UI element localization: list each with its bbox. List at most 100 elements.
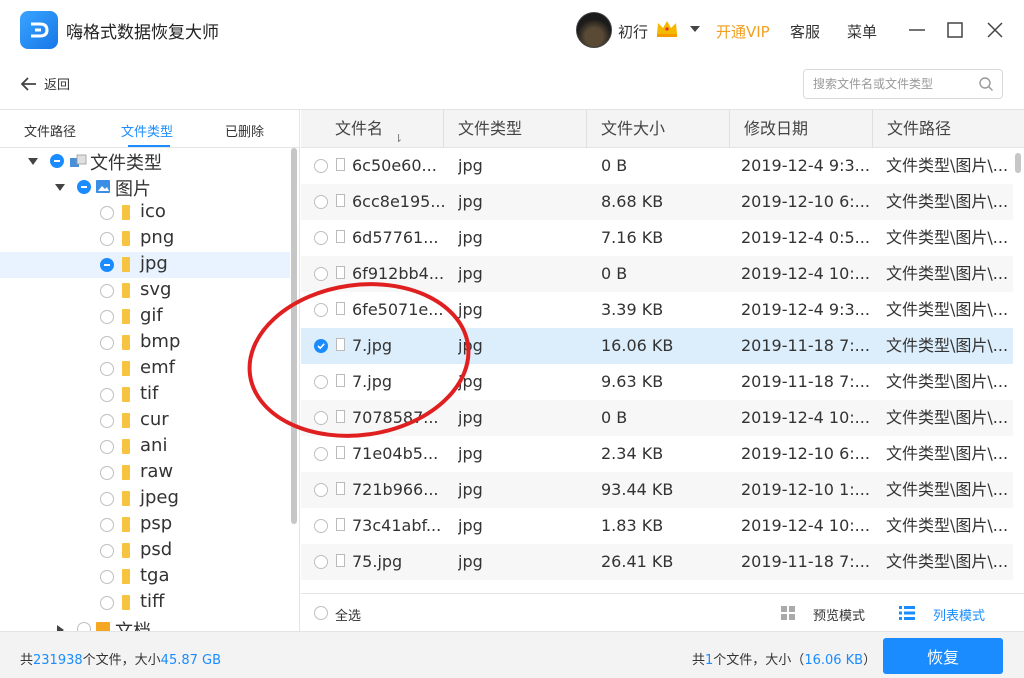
tree-item-jpeg[interactable]: jpeg [0,486,290,512]
row-checkbox[interactable] [314,555,328,569]
minimize-button[interactable] [904,17,930,43]
tree-row-documents[interactable]: 文档 [0,616,290,631]
tree-item-tif[interactable]: tif [0,382,290,408]
tree-item-gif[interactable]: gif [0,304,290,330]
table-row[interactable]: 7078587... jpg 0 B 2019-12-4 10:... 文件类型\图片\… [301,400,1013,436]
tree-item-emf[interactable]: emf [0,356,290,382]
menu-link[interactable]: 菜单 [847,21,877,42]
column-header-path[interactable]: 文件路径 [873,110,1024,148]
row-checkbox[interactable] [314,267,328,281]
tree-row-root[interactable]: 文件类型 [0,148,290,174]
tree-item-ani[interactable]: ani [0,434,290,460]
tree-radio[interactable] [100,570,114,584]
column-header-size[interactable]: 文件大小 [587,110,730,148]
table-row[interactable]: 6c50e60... jpg 0 B 2019-12-4 9:3... 文件类型\图片\… [301,148,1013,184]
row-checkbox[interactable] [314,375,328,389]
tab-file-type[interactable]: 文件类型 [121,121,173,140]
table-row[interactable]: 73c41abf... jpg 1.83 KB 2019-12-4 10:... 文件类… [301,508,1013,544]
tree-scrollbar[interactable] [290,148,299,631]
user-name[interactable]: 初行 [618,21,648,42]
tree-item-bmp[interactable]: bmp [0,330,290,356]
tab-file-path[interactable]: 文件路径 [24,121,76,140]
table-row[interactable]: 7.jpg jpg 16.06 KB 2019-11-18 7:... 文件类型\图片\… [301,328,1013,364]
tree-radio[interactable] [100,284,114,298]
tree-radio[interactable] [50,154,64,168]
row-checkbox[interactable] [314,303,328,317]
tree-radio[interactable] [100,362,114,376]
row-checkbox[interactable] [314,411,328,425]
column-header-date[interactable]: 修改日期 [730,110,873,148]
list-scroll-thumb[interactable] [1015,153,1021,173]
row-checkbox[interactable] [314,159,328,173]
tree-radio[interactable] [100,232,114,246]
tree-row-images[interactable]: 图片 [0,174,290,200]
table-row[interactable]: 6fe5071e... jpg 3.39 KB 2019-12-4 9:3... 文件类… [301,292,1013,328]
tree-scroll-thumb[interactable] [291,148,297,524]
tree-radio[interactable] [100,388,114,402]
caret-down-icon[interactable] [55,184,65,191]
folder-icon [122,387,130,402]
tree-item-cur[interactable]: cur [0,408,290,434]
tree-radio[interactable] [100,258,114,272]
grid-icon[interactable] [781,606,795,620]
tree-item-png[interactable]: png [0,226,290,252]
back-button[interactable]: 返回 [20,74,70,93]
row-checkbox[interactable] [314,195,328,209]
tree-radio[interactable] [100,310,114,324]
tree-item-tiff[interactable]: tiff [0,590,290,616]
tree-item-ico[interactable]: ico [0,200,290,226]
tree-item-psp[interactable]: psp [0,512,290,538]
select-all-label[interactable]: 全选 [335,605,361,624]
table-row[interactable]: 6d57761... jpg 7.16 KB 2019-12-4 0:5... 文件类型… [301,220,1013,256]
tree-item-raw[interactable]: raw [0,460,290,486]
tree-radio[interactable] [100,440,114,454]
tree-label: tiff [140,591,165,612]
tree-radio[interactable] [100,466,114,480]
list-icon[interactable] [899,606,915,620]
maximize-button[interactable] [942,17,968,43]
tree-radio[interactable] [100,492,114,506]
tree-radio[interactable] [100,596,114,610]
tree-item-jpg[interactable]: jpg [0,252,290,278]
list-mode-button[interactable]: 列表模式 [933,605,985,624]
file-table: 6c50e60... jpg 0 B 2019-12-4 9:3... 文件类型\图片\… [301,148,1013,593]
row-checkbox[interactable] [314,339,328,353]
search-box[interactable] [803,69,1003,99]
preview-mode-button[interactable]: 预览模式 [813,605,865,624]
close-button[interactable] [982,17,1008,43]
tree-item-tga[interactable]: tga [0,564,290,590]
tree-radio[interactable] [77,622,91,631]
list-scrollbar[interactable] [1013,148,1024,593]
tree-item-svg[interactable]: svg [0,278,290,304]
chevron-down-icon[interactable] [690,26,700,32]
caret-down-icon[interactable] [28,158,38,165]
table-row[interactable]: 6cc8e195... jpg 8.68 KB 2019-12-10 6:... 文件类… [301,184,1013,220]
tree-radio[interactable] [100,206,114,220]
table-row[interactable]: 721b966... jpg 93.44 KB 2019-12-10 1:... 文件类… [301,472,1013,508]
row-checkbox[interactable] [314,519,328,533]
service-link[interactable]: 客服 [790,21,820,42]
tab-deleted[interactable]: 已删除 [225,121,264,140]
row-checkbox[interactable] [314,447,328,461]
search-icon[interactable] [978,76,994,92]
tree-radio[interactable] [100,336,114,350]
table-row[interactable]: 71e04b5... jpg 2.34 KB 2019-12-10 6:... 文件类型… [301,436,1013,472]
cell-size: 0 B [601,156,628,175]
select-all-radio[interactable] [314,606,328,620]
table-row[interactable]: 6f912bb4... jpg 0 B 2019-12-4 10:... 文件类型\图片… [301,256,1013,292]
search-input[interactable] [804,70,974,98]
avatar[interactable] [576,12,612,48]
tree-item-psd[interactable]: psd [0,538,290,564]
column-header-type[interactable]: 文件类型 [444,110,587,148]
column-header-name[interactable]: 文件名 ⇂ [301,110,444,148]
row-checkbox[interactable] [314,231,328,245]
tree-radio[interactable] [100,544,114,558]
tree-radio[interactable] [100,414,114,428]
table-row[interactable]: 75.jpg jpg 26.41 KB 2019-11-18 7:... 文件类型\图片… [301,544,1013,580]
recover-button[interactable]: 恢复 [883,638,1003,674]
vip-link[interactable]: 开通VIP [716,21,770,42]
tree-radio[interactable] [77,180,91,194]
tree-radio[interactable] [100,518,114,532]
table-row[interactable]: 7.jpg jpg 9.63 KB 2019-11-18 7:... 文件类型\图片\.… [301,364,1013,400]
row-checkbox[interactable] [314,483,328,497]
